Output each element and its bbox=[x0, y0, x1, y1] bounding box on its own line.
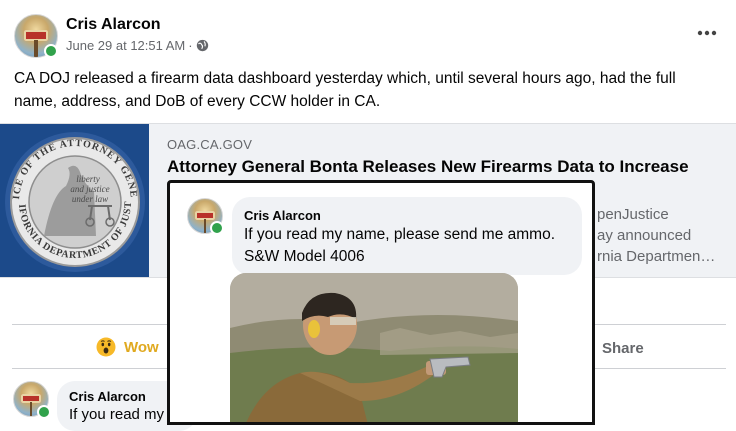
link-domain: OAG.CA.GOV bbox=[167, 137, 253, 152]
post-author-name[interactable]: Cris Alarcon bbox=[66, 16, 161, 34]
overlay-line-1: If you read my name, please send me ammo… bbox=[244, 226, 556, 243]
link-desc-line-2: ay announced bbox=[597, 227, 692, 244]
seal-motto-2: and justice bbox=[70, 184, 109, 194]
globe-icon bbox=[196, 39, 209, 52]
shooter-photo-illustration bbox=[230, 273, 518, 422]
overlay-author-name: Cris Alarcon bbox=[244, 208, 321, 223]
post-meta: June 29 at 12:51 AM · bbox=[66, 38, 209, 53]
wow-label: Wow bbox=[124, 338, 159, 356]
link-desc-line-3: rnia Departmen… bbox=[597, 248, 716, 265]
overlay-line-2: S&W Model 4006 bbox=[244, 248, 365, 265]
wow-reaction-button[interactable]: Wow bbox=[96, 337, 159, 357]
link-desc-line-1: penJustice bbox=[597, 206, 669, 223]
avatar-post-graphic bbox=[203, 219, 207, 233]
seal-text-layer: OFFICE OF THE ATTORNEY GENERAL CALIFORNI… bbox=[0, 124, 138, 261]
wow-emoji-icon bbox=[96, 337, 116, 357]
online-status-dot bbox=[44, 44, 58, 58]
comment-screenshot-overlay: Cris Alarcon If you read my name, please… bbox=[167, 180, 595, 425]
overlay-online-dot bbox=[210, 221, 224, 235]
share-button[interactable]: Share bbox=[602, 340, 644, 357]
link-preview-image: OFFICE OF THE ATTORNEY GENERAL CALIFORNI… bbox=[0, 124, 149, 277]
comment-text: If you read my bbox=[69, 406, 165, 423]
overlay-comment-bubble: Cris Alarcon If you read my name, please… bbox=[232, 197, 582, 275]
avatar-post-graphic bbox=[29, 402, 33, 416]
post-text: CA DOJ released a firearm data dashboard… bbox=[14, 70, 676, 110]
overlay-photo bbox=[230, 273, 518, 422]
seal-motto-1: liberty bbox=[76, 174, 100, 184]
more-options-icon[interactable] bbox=[696, 26, 718, 38]
seal-motto-3: under law bbox=[72, 194, 108, 204]
avatar-post-graphic bbox=[34, 40, 38, 57]
meta-separator: · bbox=[188, 38, 193, 53]
link-title[interactable]: Attorney General Bonta Releases New Fire… bbox=[167, 157, 689, 177]
comment-online-dot bbox=[37, 405, 51, 419]
comment-author-name[interactable]: Cris Alarcon bbox=[69, 389, 146, 404]
post-timestamp[interactable]: June 29 at 12:51 AM bbox=[66, 38, 185, 53]
